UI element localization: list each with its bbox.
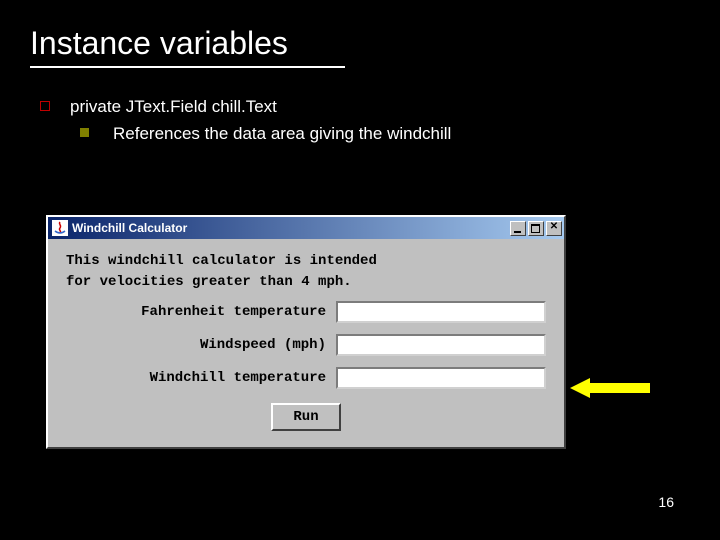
fahrenheit-input[interactable] xyxy=(336,301,546,323)
windspeed-label: Windspeed (mph) xyxy=(200,337,326,353)
window-body: This windchill calculator is intended fo… xyxy=(48,239,564,447)
window-title: Windchill Calculator xyxy=(72,221,510,235)
bullet-square-outline-icon xyxy=(40,101,50,111)
windchill-window: Windchill Calculator This windchill calc… xyxy=(46,215,566,449)
windspeed-input[interactable] xyxy=(336,334,546,356)
minimize-button[interactable] xyxy=(510,221,526,236)
run-button[interactable]: Run xyxy=(271,403,340,431)
maximize-button[interactable] xyxy=(528,221,544,236)
bullet-square-filled-icon xyxy=(80,128,89,137)
bullet-l2-text: References the data area giving the wind… xyxy=(113,123,451,146)
callout-arrow-icon xyxy=(570,378,650,398)
slide-body: private JText.Field chill.Text Reference… xyxy=(0,68,720,146)
titlebar: Windchill Calculator xyxy=(48,217,564,239)
fahrenheit-label: Fahrenheit temperature xyxy=(141,304,326,320)
intro-line-2: for velocities greater than 4 mph. xyxy=(66,274,546,290)
page-number: 16 xyxy=(658,494,674,510)
intro-line-1: This windchill calculator is intended xyxy=(66,253,546,269)
windchill-input[interactable] xyxy=(336,367,546,389)
java-app-icon xyxy=(52,220,68,236)
bullet-l1-text: private JText.Field chill.Text xyxy=(70,96,277,119)
slide-title: Instance variables xyxy=(0,0,720,66)
windchill-label: Windchill temperature xyxy=(150,370,326,386)
close-button[interactable] xyxy=(546,221,562,236)
